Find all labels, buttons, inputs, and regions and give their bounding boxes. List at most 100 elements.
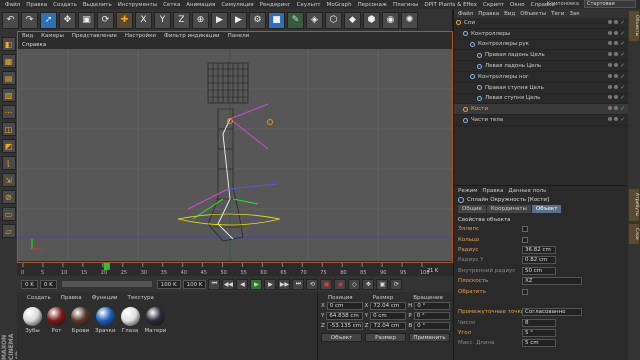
model-mode-icon[interactable]: ▦ [1, 54, 16, 68]
viewport-menu-item[interactable]: Вид [22, 33, 33, 39]
render-settings-icon[interactable]: ⚙ [249, 11, 266, 29]
undo-icon[interactable]: ↶ [2, 11, 19, 29]
menu-item[interactable]: Правка [26, 2, 47, 8]
attr-tab[interactable]: Координаты [486, 205, 531, 213]
viewport[interactable]: Вид Камеры Представление Настройки Фильтр ин… [17, 31, 453, 263]
material-swatch[interactable]: Глаза [120, 307, 140, 334]
menu-item[interactable]: Создать [53, 2, 77, 8]
menu-item[interactable]: Инструменты [118, 2, 157, 8]
attr-value-field[interactable]: 8 [522, 318, 556, 327]
record-icon[interactable]: ● [320, 278, 333, 290]
make-editable-icon[interactable]: ◧ [1, 37, 16, 51]
attr-menu-item[interactable]: Данные поль [508, 188, 546, 194]
om-menu-item[interactable]: Правка [478, 11, 499, 17]
prev-key-icon[interactable]: ◀◀ [222, 278, 235, 290]
visibility-flags[interactable]: ✓ [608, 30, 625, 37]
range-slider[interactable] [61, 281, 152, 287]
end-frame-field[interactable]: 100 K [182, 279, 207, 289]
material-swatch[interactable]: Зрачки [95, 307, 116, 334]
apply-button[interactable]: Применить [409, 333, 450, 342]
tweak-mode-icon[interactable]: ⇲ [1, 173, 16, 187]
axis-mode-icon[interactable]: ⌊ [1, 156, 16, 170]
render-visibility-icon[interactable] [614, 63, 619, 68]
object-row[interactable]: Спи ✓ [454, 18, 628, 29]
material-menu-item[interactable]: Функции [92, 295, 118, 301]
goto-end-icon[interactable]: ⏭ [292, 278, 305, 290]
points-mode-icon[interactable]: ⋯ [1, 105, 16, 119]
texture-mode-icon[interactable]: ▨ [1, 88, 16, 102]
camera-icon[interactable]: ◉ [382, 11, 399, 29]
polygons-mode-icon[interactable]: ◩ [1, 139, 16, 153]
select-live-icon[interactable]: ➚ [40, 11, 57, 29]
menu-item[interactable]: Плагины [393, 2, 418, 8]
attr-value-field[interactable]: 5 ° [522, 329, 556, 338]
z-axis-icon[interactable]: Z [173, 11, 190, 29]
enabled-check-icon[interactable]: ✓ [620, 41, 625, 47]
enabled-check-icon[interactable]: ✓ [620, 31, 625, 37]
attr-value-field[interactable]: 50 cm [522, 266, 556, 275]
tab-layers[interactable]: Слои [629, 224, 639, 244]
y-axis-icon[interactable]: Y [154, 11, 171, 29]
enabled-check-icon[interactable]: ✓ [620, 74, 625, 80]
viewport-menu-item[interactable]: Настройки [125, 33, 156, 39]
om-menu-item[interactable]: Объекты [520, 11, 546, 17]
object-row[interactable]: Кости ✓ [454, 104, 628, 116]
attr-menu-item[interactable]: Правка [482, 188, 503, 194]
cube-icon[interactable]: ■ [268, 11, 285, 29]
scene-icon[interactable]: ⬢ [363, 11, 380, 29]
snap-icon[interactable]: ⊘ [1, 190, 16, 204]
enabled-check-icon[interactable]: ✓ [620, 106, 625, 112]
editor-visibility-icon[interactable] [608, 41, 613, 46]
next-frame-icon[interactable]: ▶ [264, 278, 277, 290]
render-visibility-icon[interactable] [614, 117, 619, 122]
viewport-menu-item[interactable]: Панели [228, 33, 250, 39]
next-key-icon[interactable]: ▶▶ [278, 278, 291, 290]
current-frame-marker[interactable] [103, 263, 110, 270]
enabled-check-icon[interactable]: ✓ [620, 63, 625, 69]
coord-mode-select[interactable]: Объект [321, 333, 362, 342]
enabled-check-icon[interactable]: ✓ [620, 52, 625, 58]
om-menu-item[interactable]: Файл [458, 11, 473, 17]
coordinate-system-icon[interactable]: ⊕ [192, 11, 209, 29]
coord-rotation-field[interactable]: 0 ° [414, 322, 451, 330]
render-visibility-icon[interactable] [614, 84, 619, 89]
play-icon[interactable]: ▶ [250, 278, 263, 290]
coord-position-field[interactable]: 0 cm [326, 302, 363, 310]
menu-item[interactable]: Симуляция [221, 2, 253, 8]
layout-select[interactable]: Компоновка Стартовая [547, 0, 636, 8]
viewport-menu-item[interactable]: Фильтр индикации [164, 33, 220, 39]
enabled-check-icon[interactable]: ✓ [620, 95, 625, 101]
menu-item[interactable]: MoGraph [327, 2, 352, 8]
object-row[interactable]: Правая ступня Цель ✓ [454, 83, 628, 94]
visibility-flags[interactable]: ✓ [608, 106, 625, 112]
deformer-icon[interactable]: ◆ [344, 11, 361, 29]
workplane-icon[interactable]: ▭ [1, 207, 16, 221]
scale-key-icon[interactable]: ▣ [376, 278, 389, 290]
object-row[interactable]: Контроллеры ✓ [454, 29, 628, 40]
attr-menu-item[interactable]: Режим [458, 188, 477, 194]
render-visibility-icon[interactable] [614, 95, 619, 100]
object-row[interactable]: Части тела ✓ [454, 115, 628, 126]
editor-visibility-icon[interactable] [608, 63, 613, 68]
visibility-flags[interactable]: ✓ [608, 73, 625, 80]
menu-item[interactable]: Окно [510, 2, 525, 8]
goto-start-icon[interactable]: ⏮ [208, 278, 221, 290]
viewport-menu-item[interactable]: Камеры [41, 33, 64, 39]
timeline-ruler[interactable]: 0 5 10 15 20 25 30 35 40 45 50 55 60 65 70 75 80 85 90 95 10… [17, 263, 453, 276]
visibility-flags[interactable]: ✓ [608, 19, 625, 26]
array-icon[interactable]: ⬡ [325, 11, 342, 29]
menu-item[interactable]: Персонаж [358, 2, 387, 8]
enabled-check-icon[interactable]: ✓ [620, 20, 625, 26]
attr-value-field[interactable]: Согласованно [522, 308, 582, 317]
nurbs-icon[interactable]: ◈ [306, 11, 323, 29]
attr-checkbox[interactable] [522, 236, 528, 243]
lock-workplane-icon[interactable]: ▱ [1, 224, 16, 238]
render-picture-viewer-icon[interactable]: ▶ [230, 11, 247, 29]
object-row[interactable]: Контроллеры ног ✓ [454, 72, 628, 83]
object-row[interactable]: Левая ладонь Цель ✓ [454, 61, 628, 72]
material-menu-item[interactable]: Текстура [128, 295, 154, 301]
viewport-menu-item[interactable]: Представление [72, 33, 117, 39]
menu-item[interactable]: Рендеринг [260, 2, 291, 8]
x-axis-icon[interactable]: X [135, 11, 152, 29]
visibility-flags[interactable]: ✓ [608, 41, 625, 47]
